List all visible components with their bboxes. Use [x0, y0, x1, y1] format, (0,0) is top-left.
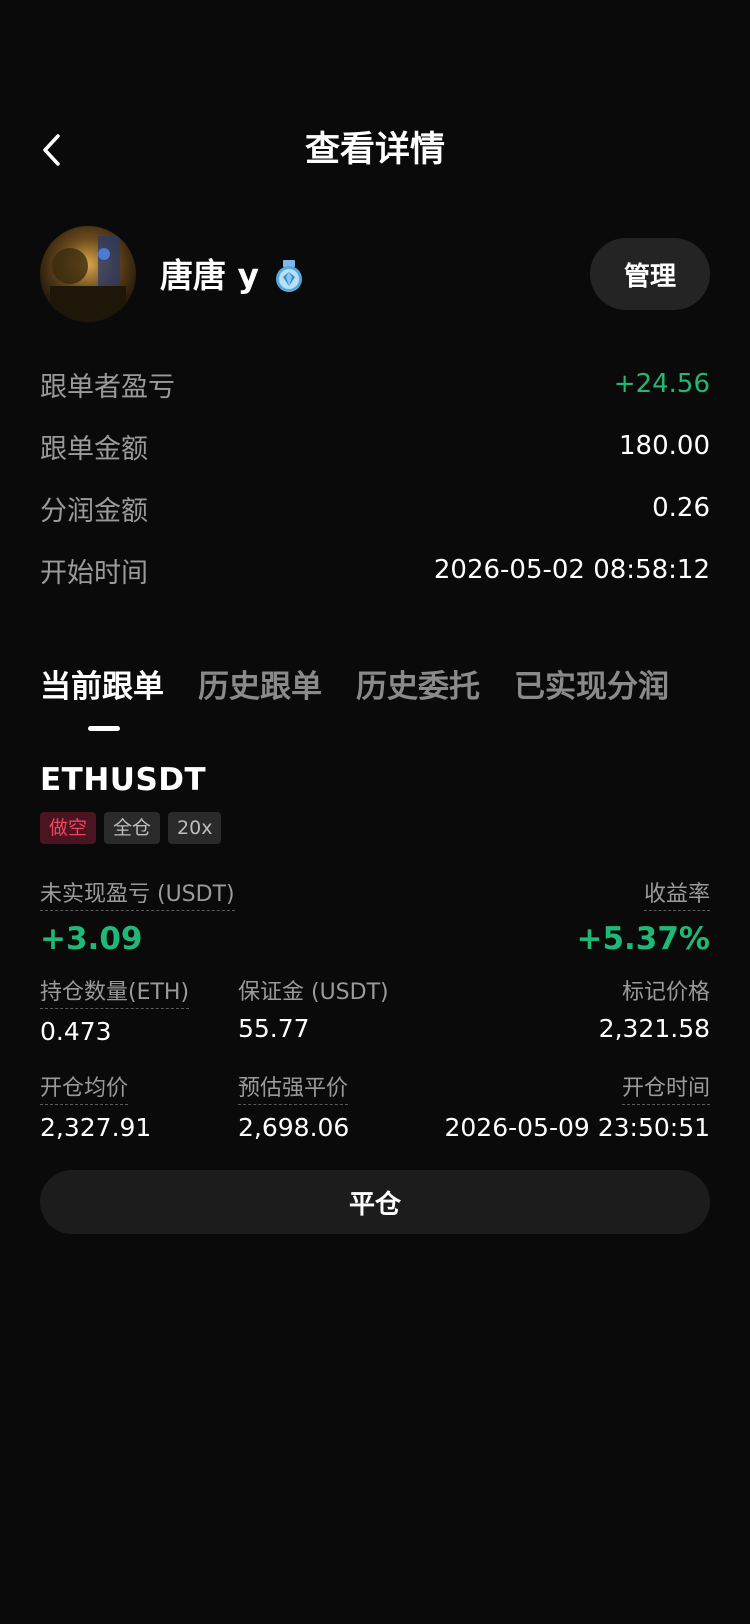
- position-symbol: ETHUSDT: [40, 762, 207, 798]
- tab-current-copy[interactable]: 当前跟单: [40, 660, 164, 714]
- avatar[interactable]: [40, 226, 136, 322]
- tab-history-orders[interactable]: 历史委托: [356, 660, 480, 714]
- start-time-row: 开始时间 2026-05-02 08:58:12: [40, 550, 710, 590]
- open-time-cell: 开仓时间 2026-05-09 23:50:51: [444, 1070, 710, 1145]
- entry-price-label[interactable]: 开仓均价: [40, 1070, 129, 1105]
- unrealized-pnl-value: +3.09: [40, 921, 143, 957]
- mark-price-cell: 标记价格 2,321.58: [599, 974, 710, 1046]
- profit-share-label: 分润金额: [40, 495, 148, 527]
- side-tag: 做空: [40, 812, 97, 844]
- start-time-value: 2026-05-02 08:58:12: [433, 555, 710, 585]
- tab-realized-profit-share[interactable]: 已实现分润: [514, 660, 669, 714]
- follower-pnl-row: 跟单者盈亏 +24.56: [40, 364, 710, 404]
- mark-price-value: 2,321.58: [598, 1014, 710, 1043]
- tab-bar: 当前跟单 历史跟单 历史委托 已实现分润: [40, 660, 730, 714]
- copy-amount-row: 跟单金额 180.00: [40, 426, 710, 466]
- close-position-button[interactable]: 平仓: [40, 1170, 710, 1234]
- roi: 收益率 +5.37%: [576, 876, 710, 959]
- profit-share-row: 分润金额 0.26: [40, 488, 710, 528]
- margin-cell: 保证金 (USDT) 55.77: [238, 974, 389, 1046]
- entry-price-cell: 开仓均价 2,327.91: [40, 1070, 151, 1145]
- open-time-label[interactable]: 开仓时间: [621, 1070, 710, 1105]
- diamond-medal-icon: [271, 258, 307, 294]
- roi-label[interactable]: 收益率: [643, 876, 710, 911]
- follower-pnl-value: +24.56: [613, 369, 710, 399]
- start-time-label: 开始时间: [40, 557, 148, 589]
- unrealized-pnl-label[interactable]: 未实现盈亏 (USDT): [40, 876, 235, 911]
- tab-active-indicator: [88, 726, 120, 731]
- entry-price-value: 2,327.91: [40, 1113, 152, 1142]
- manage-button[interactable]: 管理: [590, 238, 710, 310]
- quantity-value: 0.473: [40, 1017, 112, 1046]
- liq-price-label[interactable]: 预估强平价: [238, 1070, 349, 1105]
- margin-mode-tag: 全仓: [104, 812, 161, 844]
- copy-trade-detail-page: 查看详情 唐唐 y 管理 跟单者盈亏 +24.56 跟单金额 180.00 分润…: [0, 0, 750, 1624]
- page-title: 查看详情: [304, 130, 445, 170]
- username: 唐唐 y: [160, 256, 259, 295]
- username-row: 唐唐 y: [160, 254, 307, 298]
- margin-label: 保证金 (USDT): [238, 980, 389, 1005]
- quantity-cell: 持仓数量(ETH) 0.473: [40, 974, 190, 1049]
- quantity-label[interactable]: 持仓数量(ETH): [40, 974, 190, 1009]
- profit-share-value: 0.26: [652, 493, 710, 523]
- unrealized-pnl: 未实现盈亏 (USDT) +3.09: [40, 876, 235, 959]
- margin-value: 55.77: [238, 1014, 310, 1043]
- follower-pnl-label: 跟单者盈亏: [40, 371, 175, 403]
- tab-history-copy[interactable]: 历史跟单: [198, 660, 322, 714]
- copy-amount-value: 180.00: [619, 431, 710, 461]
- liq-price-cell: 预估强平价 2,698.06: [238, 1070, 349, 1145]
- position-tags: 做空 全仓 20x: [40, 812, 229, 844]
- copy-amount-label: 跟单金额: [40, 433, 148, 465]
- mark-price-label: 标记价格: [621, 980, 710, 1005]
- leverage-tag: 20x: [168, 812, 222, 844]
- roi-value: +5.37%: [576, 921, 710, 957]
- liq-price-value: 2,698.06: [238, 1113, 350, 1142]
- open-time-value: 2026-05-09 23:50:51: [444, 1113, 710, 1142]
